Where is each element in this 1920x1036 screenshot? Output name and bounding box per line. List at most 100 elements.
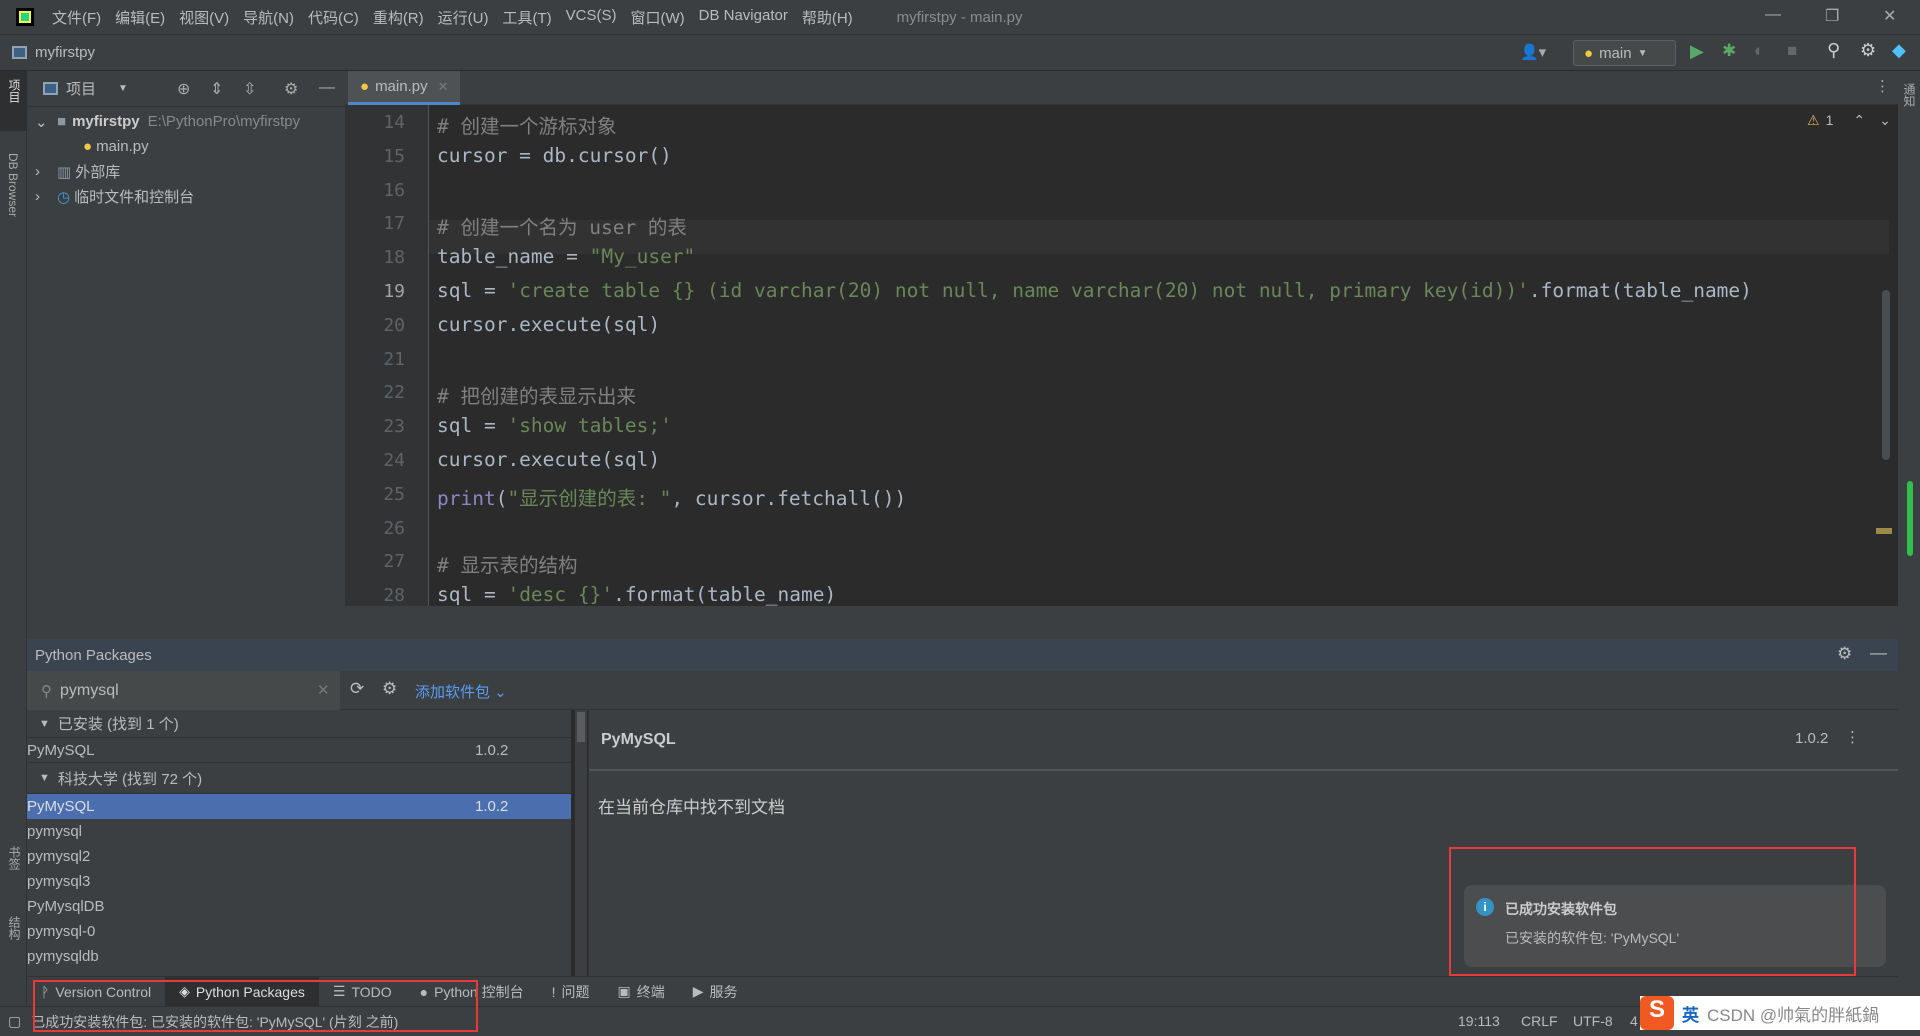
menu-item[interactable]: DB Navigator: [699, 7, 788, 28]
list-item[interactable]: pymysqldb: [27, 944, 571, 969]
refresh-icon[interactable]: ⟳: [350, 679, 364, 699]
tree-item-root[interactable]: ⌄ ■ myfirstpy E:\PythonPro\myfirstpy: [27, 109, 345, 134]
menu-item[interactable]: 导航(N): [243, 7, 294, 28]
hide-icon[interactable]: —: [319, 79, 335, 97]
tool-tab[interactable]: ▶ 服务: [679, 977, 752, 1007]
more-options-icon[interactable]: ⋮: [1845, 728, 1860, 746]
line-number: 16: [383, 179, 405, 201]
gear-icon[interactable]: ⚙: [1860, 40, 1876, 61]
code-line[interactable]: sql = 'desc {}'.format(table_name): [437, 583, 836, 606]
list-item[interactable]: PyMysqlDB: [27, 894, 571, 919]
menu-item[interactable]: 重构(R): [373, 7, 424, 28]
tree-item-main-py[interactable]: ● main.py: [27, 134, 345, 159]
menu-bar: 文件(F) 编辑(E) 视图(V) 导航(N) 代码(C) 重构(R) 运行(U) 工具(T)…: [0, 0, 1920, 35]
inspection-widget[interactable]: ⚠ 1 ⌃ ⌄: [1807, 112, 1891, 129]
package-search-input[interactable]: ⚲ pymysql ✕: [27, 671, 340, 710]
gear-icon[interactable]: ⚙: [382, 679, 397, 699]
tab-main-py[interactable]: ● main.py ✕: [348, 71, 460, 105]
run-icon[interactable]: ▶: [1690, 41, 1704, 62]
list-item[interactable]: PyMySQL 1.0.2: [27, 794, 571, 819]
file-encoding[interactable]: UTF-8: [1573, 1013, 1613, 1029]
stop-icon[interactable]: ■: [1787, 41, 1797, 61]
user-icon[interactable]: 👤▾: [1520, 43, 1546, 61]
list-item[interactable]: pymysql-0: [27, 919, 571, 944]
tool-structure-tab[interactable]: 结构: [6, 916, 23, 940]
warning-marker[interactable]: [1876, 528, 1892, 534]
menu-item[interactable]: 视图(V): [179, 7, 229, 28]
code-line[interactable]: # 创建一个名为 user 的表: [437, 211, 687, 240]
more-options-icon[interactable]: ⋮: [1875, 77, 1890, 95]
menu-item[interactable]: 窗口(W): [630, 7, 684, 28]
run-config-select[interactable]: ● main ▼: [1573, 40, 1676, 66]
coverage-icon[interactable]: ◐: [1754, 41, 1764, 61]
menu-item[interactable]: 工具(T): [502, 7, 551, 28]
tool-notifications-tab[interactable]: 通知: [1901, 83, 1918, 107]
right-tool-strip: 通知: [1898, 71, 1920, 1006]
list-item[interactable]: pymysql: [27, 819, 571, 844]
menu-item[interactable]: 代码(C): [308, 7, 359, 28]
list-item[interactable]: pymysql3: [27, 869, 571, 894]
code-line[interactable]: cursor.execute(sql): [437, 313, 660, 336]
indent-setting[interactable]: 4: [1630, 1013, 1638, 1029]
code-line[interactable]: print("显示创建的表: ", cursor.fetchall()): [437, 482, 906, 511]
list-item[interactable]: pymysql2: [27, 844, 571, 869]
breadcrumb-project[interactable]: myfirstpy: [12, 44, 95, 61]
debug-icon[interactable]: ✱: [1722, 41, 1736, 61]
chevron-up-icon[interactable]: ⌃: [1853, 112, 1865, 129]
code-line[interactable]: # 把创建的表显示出来: [437, 380, 636, 409]
code-line[interactable]: cursor = db.cursor(): [437, 144, 672, 167]
search-icon[interactable]: ⚲: [1827, 40, 1840, 61]
code-line[interactable]: # 显示表的结构: [437, 549, 577, 578]
window-title: myfirstpy - main.py: [896, 8, 1023, 26]
caret-position[interactable]: 19:113: [1458, 1013, 1500, 1029]
menu-item[interactable]: 运行(U): [438, 7, 489, 28]
menu-item[interactable]: 帮助(H): [802, 7, 853, 28]
menu-item[interactable]: VCS(S): [566, 7, 617, 28]
python-file-icon: ●: [83, 138, 93, 155]
gear-icon[interactable]: ⚙: [1837, 644, 1852, 664]
tool-db-browser-tab[interactable]: DB Browser: [6, 153, 20, 217]
list-item[interactable]: PyMySQL 1.0.2: [27, 738, 571, 763]
chevron-down-icon[interactable]: ▼: [118, 83, 128, 94]
gear-icon[interactable]: ⚙: [284, 79, 298, 99]
code-line[interactable]: sql = 'show tables;': [437, 414, 672, 437]
python-file-icon: ●: [360, 78, 370, 95]
toggle-panels-icon[interactable]: ▢: [8, 1013, 21, 1030]
list-scrollbar[interactable]: [575, 710, 587, 976]
tool-tab[interactable]: ▣ 终端: [603, 977, 678, 1007]
close-tab-icon[interactable]: ✕: [438, 79, 449, 95]
code-line[interactable]: sql = 'create table {} (id varchar(20) n…: [437, 279, 1752, 302]
jetbrains-icon[interactable]: ◆: [1892, 40, 1906, 61]
clear-icon[interactable]: ✕: [317, 681, 330, 699]
add-package-button[interactable]: 添加软件包 ⌄: [415, 681, 507, 702]
line-separator[interactable]: CRLF: [1521, 1013, 1558, 1029]
expand-all-icon[interactable]: ⇕: [210, 79, 223, 99]
tree-item-scratches[interactable]: › ◷ 临时文件和控制台: [27, 184, 345, 209]
tree-item-external-libs[interactable]: › ▥ 外部库: [27, 159, 345, 184]
project-panel-header: 项目 ▼ ⊕ ⇕ ⇳ ⚙ —: [27, 71, 345, 107]
repo-group[interactable]: ▼ 科技大学 (找到 72 个): [27, 763, 571, 794]
hide-icon[interactable]: —: [1870, 643, 1887, 663]
code-token: 'create table {} (id varchar(20) not nul…: [507, 279, 1529, 302]
code-token: sql =: [437, 583, 508, 606]
minimize-button[interactable]: —: [1765, 6, 1781, 24]
menu-item[interactable]: 文件(F): [52, 7, 101, 28]
restore-button[interactable]: ❐: [1825, 6, 1839, 26]
project-view-select[interactable]: 项目: [66, 78, 96, 99]
tool-project-tab[interactable]: 项目: [0, 71, 27, 131]
code-line[interactable]: # 创建一个游标对象: [437, 110, 616, 139]
close-button[interactable]: ✕: [1883, 6, 1896, 26]
tool-tab[interactable]: ! 问题: [538, 977, 604, 1007]
locate-icon[interactable]: ⊕: [177, 79, 190, 99]
ime-language[interactable]: 英: [1682, 1001, 1699, 1026]
collapse-all-icon[interactable]: ⇳: [243, 79, 256, 99]
folder-icon: [12, 46, 27, 59]
code-line[interactable]: cursor.execute(sql): [437, 448, 660, 471]
menu-item[interactable]: 编辑(E): [115, 7, 165, 28]
code-editor[interactable]: 14 15 16 17 18 19 20 21 22 23 24 25 26 27 28 # 创建一个游标对…: [345, 105, 1898, 606]
tool-bookmarks-tab[interactable]: 书签: [6, 846, 23, 870]
editor-scrollbar[interactable]: [1882, 290, 1890, 460]
chevron-down-icon[interactable]: ⌄: [1879, 112, 1891, 129]
installed-group[interactable]: ▼ 已安装 (找到 1 个): [27, 710, 571, 738]
code-line[interactable]: table_name = "My_user": [437, 245, 695, 268]
